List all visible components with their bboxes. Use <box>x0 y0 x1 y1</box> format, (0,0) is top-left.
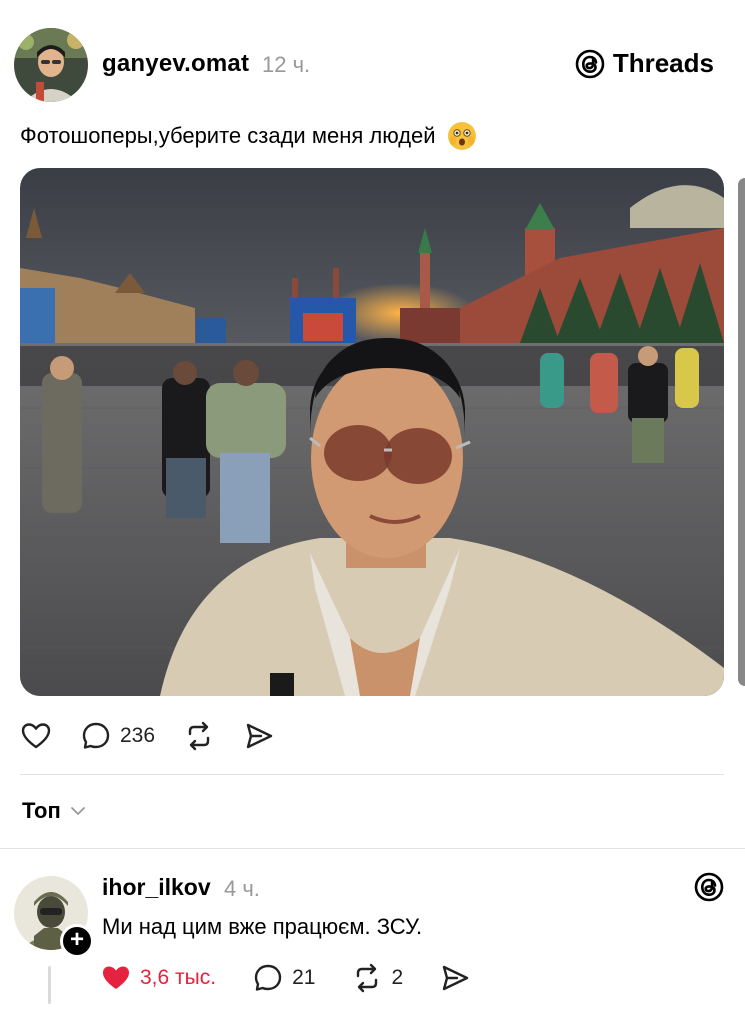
post-timestamp: 12 ч. <box>262 52 311 77</box>
sort-dropdown[interactable]: Топ <box>22 798 87 824</box>
chevron-down-icon <box>70 807 85 815</box>
reply-share-button[interactable] <box>439 962 471 994</box>
repost-icon <box>357 963 378 993</box>
repost-icon <box>188 721 210 751</box>
reply-reply-count: 21 <box>292 966 316 989</box>
post-caption-text: Фотошоперы,уберите сзади меня людей <box>20 123 436 148</box>
divider <box>20 774 724 775</box>
heart-filled-icon <box>103 966 129 989</box>
author-username[interactable]: ganyev.omat <box>102 50 249 78</box>
post-photo[interactable] <box>20 168 724 696</box>
sort-label: Топ <box>22 798 61 823</box>
reply-button[interactable]: 236 <box>80 720 155 752</box>
shocked-face-emoji-icon <box>447 122 476 150</box>
author-avatar[interactable] <box>14 28 88 102</box>
repost-button[interactable] <box>183 720 215 752</box>
reply-count: 236 <box>120 724 156 747</box>
post-actions: 236 <box>20 718 303 754</box>
reply-like-button[interactable]: 3,6 тыс. <box>100 962 216 994</box>
reply-reply-button[interactable]: 21 <box>252 962 315 994</box>
post-header: ganyev.omat 12 ч. Threads <box>14 28 714 104</box>
threads-brand[interactable]: Threads <box>575 48 714 79</box>
speech-bubble-icon <box>82 722 110 749</box>
reply-username[interactable]: ihor_ilkov <box>102 874 211 901</box>
heart-icon <box>21 723 51 749</box>
send-icon <box>442 965 469 991</box>
reply-repost-button[interactable]: 2 <box>351 962 403 994</box>
send-icon <box>246 723 273 749</box>
reply-repost-count: 2 <box>391 966 404 989</box>
post-caption: Фотошоперы,уберите сзади меня людей <box>20 120 478 152</box>
thread-line <box>48 966 51 1004</box>
reply-timestamp: 4 ч. <box>224 876 260 901</box>
reply-actions: 3,6 тыс. 21 2 <box>100 960 507 996</box>
next-photo-peek[interactable] <box>738 178 745 686</box>
share-button[interactable] <box>243 720 275 752</box>
follow-plus-button[interactable]: + <box>60 924 94 958</box>
reply-like-count: 3,6 тыс. <box>140 966 217 989</box>
speech-bubble-icon <box>254 964 282 991</box>
reply-text: Ми над цим вже працюєм. ЗСУ. <box>102 914 423 939</box>
threads-logo-icon <box>575 49 605 78</box>
divider <box>0 848 745 849</box>
threads-logo-icon[interactable] <box>694 872 724 902</box>
red-square-selfie-image <box>20 168 724 696</box>
like-button[interactable] <box>20 720 52 752</box>
threads-brand-label: Threads <box>612 48 714 78</box>
